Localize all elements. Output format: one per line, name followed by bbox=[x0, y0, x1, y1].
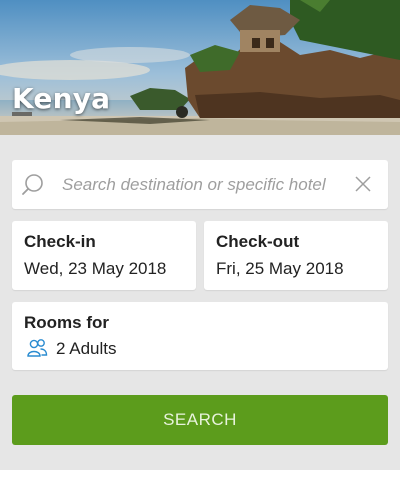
bottom-strip bbox=[0, 470, 400, 483]
checkin-date-field[interactable]: Check-in Wed, 23 May 2018 bbox=[12, 221, 196, 290]
checkout-label: Check-out bbox=[216, 232, 300, 251]
search-placeholder: Search destination or specific hotel bbox=[62, 175, 326, 194]
rooms-guests-field[interactable]: Rooms for 2 Adults bbox=[12, 302, 388, 370]
search-icon bbox=[22, 174, 43, 195]
destination-title: Kenya bbox=[12, 82, 111, 115]
search-button[interactable]: SEARCH bbox=[12, 395, 388, 445]
rooms-label: Rooms for bbox=[24, 313, 109, 332]
people-icon bbox=[27, 339, 48, 357]
close-icon[interactable] bbox=[352, 173, 374, 195]
destination-hero-image: Kenya bbox=[0, 0, 400, 135]
checkout-date-field[interactable]: Check-out Fri, 25 May 2018 bbox=[204, 221, 388, 290]
checkout-value: Fri, 25 May 2018 bbox=[216, 259, 344, 278]
destination-search-input[interactable]: Search destination or specific hotel bbox=[12, 160, 388, 209]
checkin-value: Wed, 23 May 2018 bbox=[24, 259, 167, 278]
guests-value: 2 Adults bbox=[56, 339, 117, 358]
checkin-label: Check-in bbox=[24, 232, 96, 251]
